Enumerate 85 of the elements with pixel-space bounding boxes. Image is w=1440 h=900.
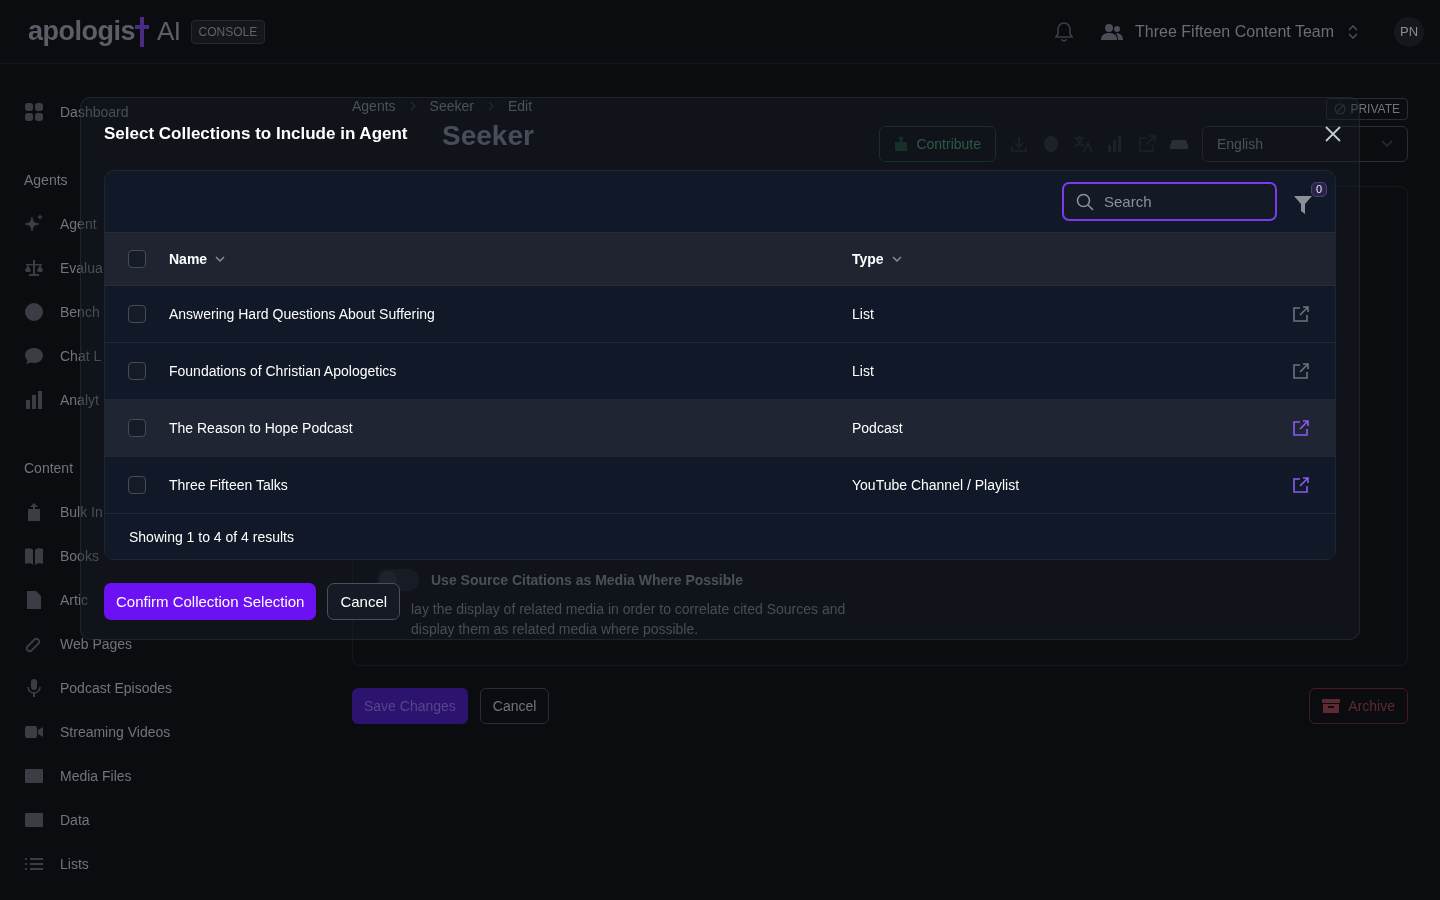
sidebar-item[interactable]: Analyt	[24, 378, 99, 422]
users-icon	[1101, 22, 1124, 41]
sidebar-item[interactable]: Bench	[24, 290, 100, 334]
section-heading: Agents	[24, 171, 68, 190]
search-icon	[1076, 193, 1094, 211]
external-link-icon	[1293, 420, 1309, 436]
table-row[interactable]: Answering Hard Questions About Suffering List	[105, 286, 1335, 343]
sidebar-item[interactable]: Data	[24, 798, 90, 842]
setting-label: Use Source Citations as Media Where Possible	[431, 572, 743, 588]
sparkle-icon	[24, 214, 44, 234]
sidebar-item[interactable]: Bulk In	[24, 490, 103, 534]
column-header[interactable]: Name	[169, 251, 226, 267]
logo-text: apologis	[28, 16, 135, 47]
bar-chart-icon	[24, 390, 44, 410]
cancel-button[interactable]: Cancel	[479, 688, 550, 724]
visibility-badge: PRIVATE	[1326, 98, 1408, 120]
results-summary: Showing 1 to 4 of 4 results	[128, 527, 295, 547]
checkbox[interactable]	[128, 362, 146, 380]
sidebar-item[interactable]: Artic	[24, 578, 88, 622]
scale-icon	[24, 258, 44, 278]
column-header[interactable]: Type	[852, 251, 902, 267]
table-row[interactable]: The Reason to Hope Podcast Podcast	[105, 400, 1335, 457]
sidebar-item[interactable]: Books	[24, 534, 99, 578]
grid-icon	[24, 102, 44, 122]
archive-icon	[1322, 698, 1341, 714]
open-link[interactable]	[1293, 420, 1309, 436]
bell-icon	[1055, 21, 1074, 42]
sidebar-item[interactable]: Chat L	[24, 334, 102, 378]
console-badge: CONSOLE	[190, 19, 266, 44]
table-cell-text: Answering Hard Questions About Suffering	[169, 306, 436, 322]
share-icon	[894, 136, 909, 152]
team-selector[interactable]: Three Fifteen Content Team	[1135, 22, 1334, 41]
search-field[interactable]: Search	[1062, 182, 1277, 221]
table-row[interactable]: Three Fifteen Talks YouTube Channel / Playlist	[105, 457, 1335, 514]
close-button[interactable]	[1325, 126, 1341, 142]
page-title: Seeker	[442, 120, 534, 152]
close-icon	[1325, 126, 1341, 142]
filter-count-badge: 0	[1310, 181, 1327, 197]
table-cell-text: Three Fifteen Talks	[169, 477, 289, 493]
cancel-button[interactable]: Cancel	[327, 583, 401, 620]
sidebar-item[interactable]: Evalua	[24, 246, 103, 290]
language-select[interactable]: English	[1202, 126, 1408, 162]
modal-title: Select Collections to Include in Agent	[104, 124, 408, 144]
table-cell-text: Podcast	[852, 420, 904, 436]
sidebar-item[interactable]: Media Files	[24, 754, 132, 798]
confirm-button[interactable]: Confirm Collection Selection	[104, 583, 317, 620]
sidebar-item[interactable]: Web Pages	[24, 622, 133, 666]
checkbox[interactable]	[128, 419, 146, 437]
filter-icon	[1294, 194, 1312, 215]
chevron-down-icon	[215, 256, 226, 262]
contribute-button[interactable]: Contribute	[879, 126, 996, 162]
eye-slash-icon	[1334, 103, 1347, 115]
chat-icon	[24, 346, 44, 366]
chevron-down-icon	[891, 256, 902, 262]
open-link[interactable]	[1293, 306, 1309, 322]
external-link-icon	[1293, 477, 1309, 493]
checkbox[interactable]	[128, 250, 146, 268]
sidebar-item[interactable]: Podcast Episodes	[24, 666, 173, 710]
checkbox[interactable]	[128, 476, 146, 494]
table-cell-text: List	[852, 306, 875, 322]
sidebar-item[interactable]: Agent	[24, 202, 97, 246]
checkbox[interactable]	[128, 305, 146, 323]
sidebar-item[interactable]: Streaming Videos	[24, 710, 171, 754]
setting-description: lay the display of related media in order to correlate cited Sources and display them as related media where possible.	[411, 600, 847, 639]
breadcrumb-link[interactable]: Seeker	[429, 98, 474, 114]
avatar[interactable]: PN	[1394, 16, 1424, 47]
microphone-icon	[24, 678, 44, 698]
external-link-icon	[1293, 306, 1309, 322]
table-cell-text: List	[852, 363, 875, 379]
table-cell-text: YouTube Channel / Playlist	[852, 477, 1021, 493]
table-cell-text: The Reason to Hope Podcast	[169, 420, 354, 436]
document-icon	[24, 590, 44, 610]
sidebar-item[interactable]: Lists	[24, 842, 89, 886]
open-link[interactable]	[1293, 363, 1309, 379]
breadcrumb-link[interactable]: Edit	[507, 98, 533, 114]
section-heading: Content	[24, 459, 74, 478]
breadcrumb-link[interactable]: Agents	[352, 98, 396, 114]
external-link-icon	[1293, 363, 1309, 379]
table-cell-text: Foundations of Christian Apologetics	[169, 363, 398, 379]
chevron-down-icon	[1381, 140, 1393, 148]
open-link[interactable]	[1293, 477, 1309, 493]
book-icon	[24, 546, 44, 566]
cross-icon	[135, 17, 149, 47]
logo-text: AI	[157, 16, 181, 47]
chevron-up-down-icon	[1348, 24, 1358, 39]
